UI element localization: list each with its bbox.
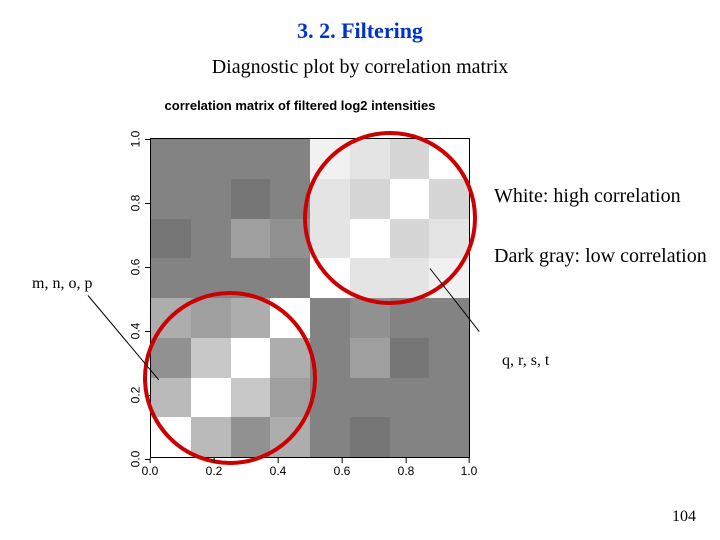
heatmap-cell [151,139,191,179]
heatmap-cell [429,298,469,338]
legend-low-correlation: Dark gray: low correlation [494,245,707,268]
x-tick-label: 0.2 [206,464,223,478]
heatmap-cell [350,417,390,457]
y-tick-label: 0.4 [129,323,143,340]
y-tick-label: 0.8 [129,195,143,212]
heatmap-cell [310,298,350,338]
chart-title: correlation matrix of filtered log2 inte… [100,98,500,113]
heatmap-cell [390,378,430,418]
heatmap-cell [310,417,350,457]
heatmap-cell [151,258,191,298]
heatmap-cell [390,338,430,378]
page-subtitle: Diagnostic plot by correlation matrix [0,56,720,79]
heatmap-cell [231,139,271,179]
x-tick-label: 0.0 [142,464,159,478]
heatmap-cell [270,258,310,298]
section-title: 3. 2. Filtering [0,18,720,44]
heatmap-cell [231,179,271,219]
correlation-heatmap: correlation matrix of filtered log2 inte… [100,98,500,498]
heatmap-cell [191,139,231,179]
heatmap-cell [429,338,469,378]
heatmap-cell [429,417,469,457]
heatmap-cell [429,378,469,418]
x-tick-label: 0.4 [270,464,287,478]
heatmap-cell [270,139,310,179]
heatmap-cell [191,219,231,259]
x-tick-label: 0.8 [398,464,415,478]
cluster-label-qrst: q, r, s, t [502,352,549,370]
x-axis: 0.0 0.2 0.4 0.6 0.8 1.0 [150,458,470,492]
y-tick-label: 1.0 [129,131,143,148]
page-number: 104 [672,508,696,526]
heatmap-cell [191,179,231,219]
heatmap-cell [350,378,390,418]
x-tick-label: 1.0 [461,464,478,478]
cluster-highlight-qrst [303,131,477,305]
heatmap-cell [151,179,191,219]
heatmap-cell [390,417,430,457]
x-tick-label: 0.6 [334,464,351,478]
legend-high-correlation: White: high correlation [494,185,681,208]
heatmap-cell [350,338,390,378]
cluster-label-mnop: m, n, o, p [32,275,92,293]
y-axis: 0.0 0.2 0.4 0.6 0.8 1.0 [100,138,150,458]
y-tick-label: 0.0 [129,451,143,468]
cluster-highlight-mnop [143,291,317,465]
heatmap-plot-area [150,138,470,458]
y-tick-label: 0.2 [129,387,143,404]
heatmap-cell [151,219,191,259]
y-tick-label: 0.6 [129,259,143,276]
heatmap-cell [231,219,271,259]
